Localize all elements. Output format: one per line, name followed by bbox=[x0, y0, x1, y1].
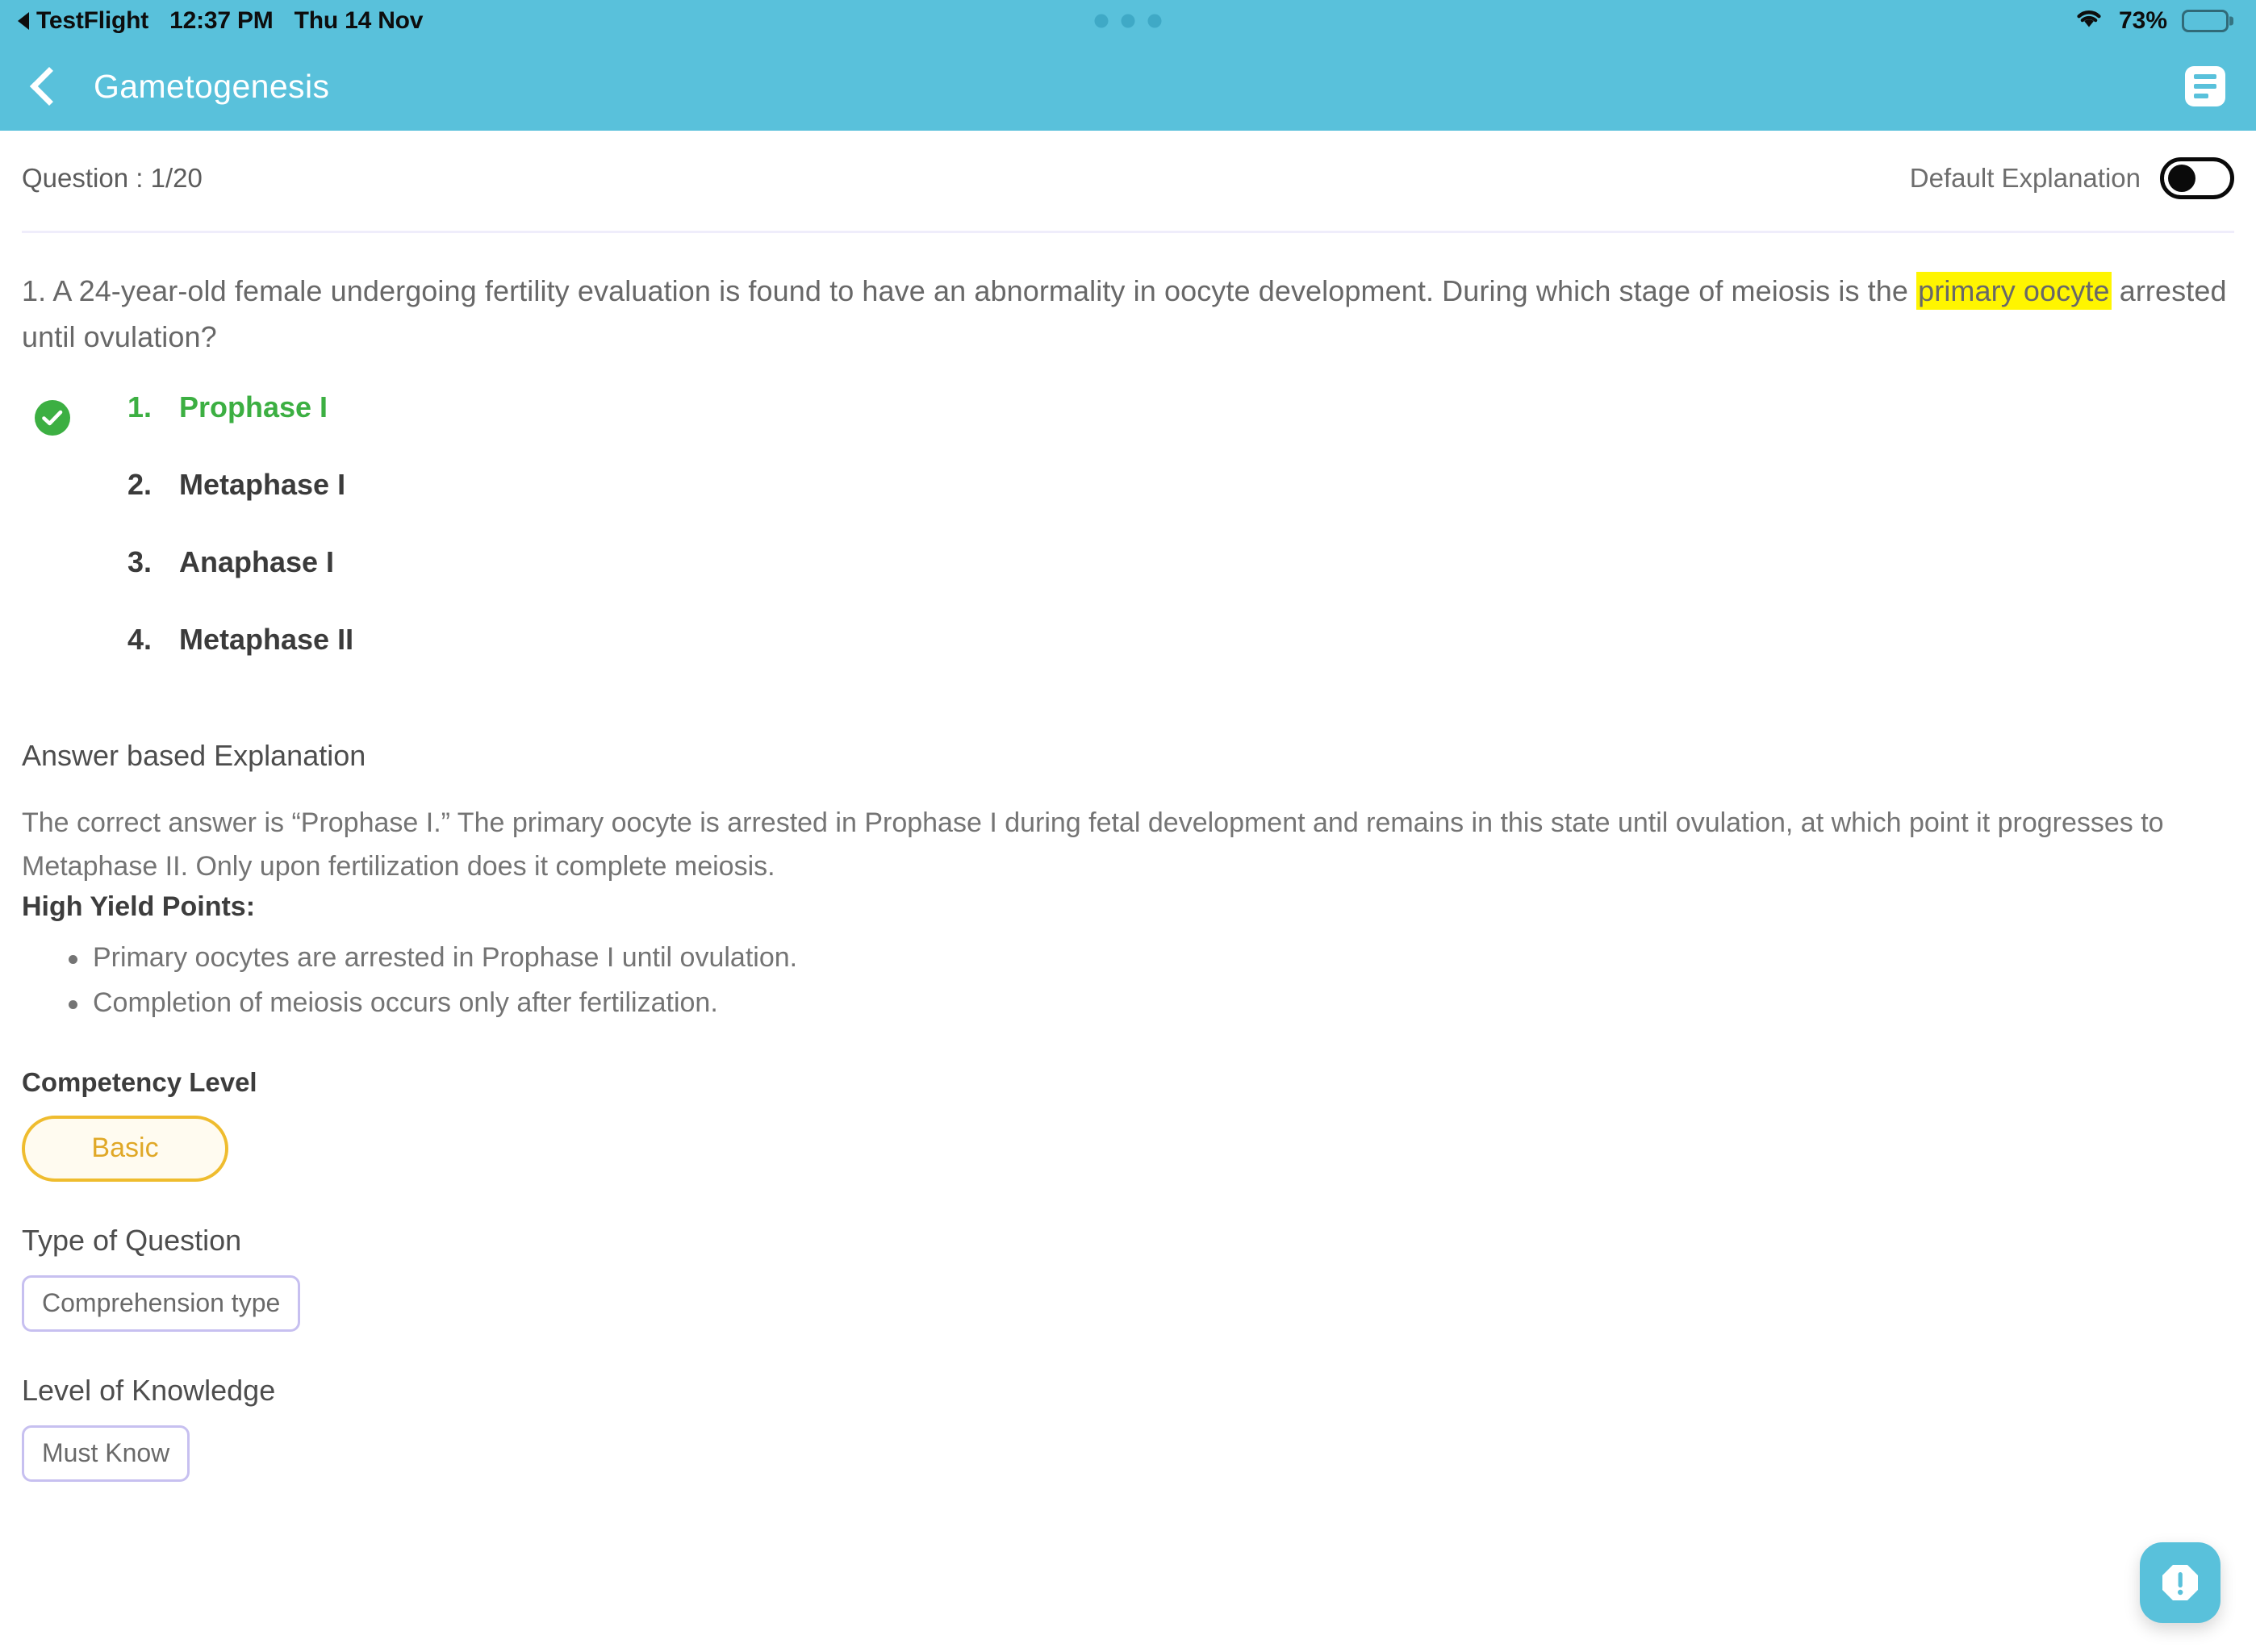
option-row[interactable]: 1. Prophase I bbox=[35, 390, 2234, 468]
level-of-knowledge-label: Level of Knowledge bbox=[22, 1373, 276, 1407]
question-lead: 1. A 24-year-old female undergoing ferti… bbox=[22, 274, 1917, 307]
options-list: 1. Prophase I 2. Metaphase I 3. Anaphase… bbox=[22, 360, 2234, 700]
option-row[interactable]: 2. Metaphase I bbox=[35, 468, 2234, 545]
three-dots-indicator bbox=[1094, 14, 1162, 28]
back-triangle-icon bbox=[18, 12, 29, 30]
level-of-knowledge-value[interactable]: Must Know bbox=[22, 1425, 190, 1482]
status-bar-left: TestFlight 12:37 PM Thu 14 Nov bbox=[18, 7, 423, 35]
dot bbox=[1094, 14, 1109, 28]
type-of-question-value[interactable]: Comprehension type bbox=[22, 1274, 301, 1332]
status-app-name: TestFlight bbox=[36, 7, 149, 34]
explanation-body: The correct answer is “Prophase I.” The … bbox=[22, 807, 2164, 882]
list-item: Completion of meiosis occurs only after … bbox=[69, 981, 2234, 1025]
page-title: Gametogenesis bbox=[94, 67, 330, 105]
default-explanation-control: Default Explanation bbox=[1910, 157, 2234, 199]
alert-octagon-icon bbox=[2162, 1565, 2198, 1600]
chevron-left-icon[interactable] bbox=[29, 66, 69, 106]
question-counter: Question : 1/20 bbox=[22, 163, 203, 193]
main-content: Question : 1/20 Default Explanation 1. A… bbox=[0, 131, 2256, 1482]
app-header: Gametogenesis bbox=[0, 42, 2256, 131]
question-toolbar: Question : 1/20 Default Explanation bbox=[22, 131, 2234, 226]
option-row[interactable]: 3. Anaphase I bbox=[35, 545, 2234, 623]
option-label: Prophase I bbox=[179, 390, 328, 424]
list-lines-icon[interactable] bbox=[2185, 66, 2225, 106]
option-label: Metaphase II bbox=[179, 623, 354, 657]
battery-percent-label: 73% bbox=[2118, 7, 2167, 34]
default-explanation-label: Default Explanation bbox=[1909, 163, 2141, 193]
status-time: 12:37 PM bbox=[169, 7, 274, 34]
battery-icon bbox=[2182, 10, 2229, 32]
default-explanation-toggle[interactable] bbox=[2160, 157, 2234, 199]
dot bbox=[1121, 14, 1135, 28]
toggle-knob bbox=[2168, 165, 2195, 192]
question-text: 1. A 24-year-old female undergoing ferti… bbox=[22, 233, 2234, 360]
option-label: Metaphase I bbox=[179, 468, 346, 502]
option-number: 4. bbox=[127, 623, 152, 657]
list-item: Primary oocytes are arrested in Prophase… bbox=[69, 936, 2234, 980]
option-number: 1. bbox=[127, 390, 152, 424]
dot bbox=[1147, 14, 1162, 28]
wifi-icon bbox=[2074, 6, 2104, 35]
option-number: 2. bbox=[127, 468, 152, 502]
status-bar-right: 73% bbox=[2074, 6, 2229, 35]
status-date: Thu 14 Nov bbox=[294, 7, 424, 34]
option-label: Anaphase I bbox=[179, 545, 335, 579]
report-issue-fab[interactable] bbox=[2140, 1542, 2220, 1623]
status-bar: TestFlight 12:37 PM Thu 14 Nov 73% bbox=[0, 0, 2256, 42]
competency-level-badge[interactable]: Basic bbox=[22, 1115, 228, 1182]
status-app-return[interactable]: TestFlight bbox=[18, 7, 148, 35]
explanation-heading: Answer based Explanation bbox=[22, 739, 366, 773]
type-of-question-label: Type of Question bbox=[22, 1223, 242, 1257]
question-highlight: primary oocyte bbox=[1916, 272, 2112, 310]
high-yield-list: Primary oocytes are arrested in Prophase… bbox=[22, 923, 2234, 1024]
high-yield-title: High Yield Points: bbox=[22, 891, 256, 923]
option-row[interactable]: 4. Metaphase II bbox=[35, 623, 2234, 700]
check-circle-icon bbox=[35, 400, 70, 436]
competency-level-label: Competency Level bbox=[22, 1066, 257, 1097]
option-number: 3. bbox=[127, 545, 152, 579]
